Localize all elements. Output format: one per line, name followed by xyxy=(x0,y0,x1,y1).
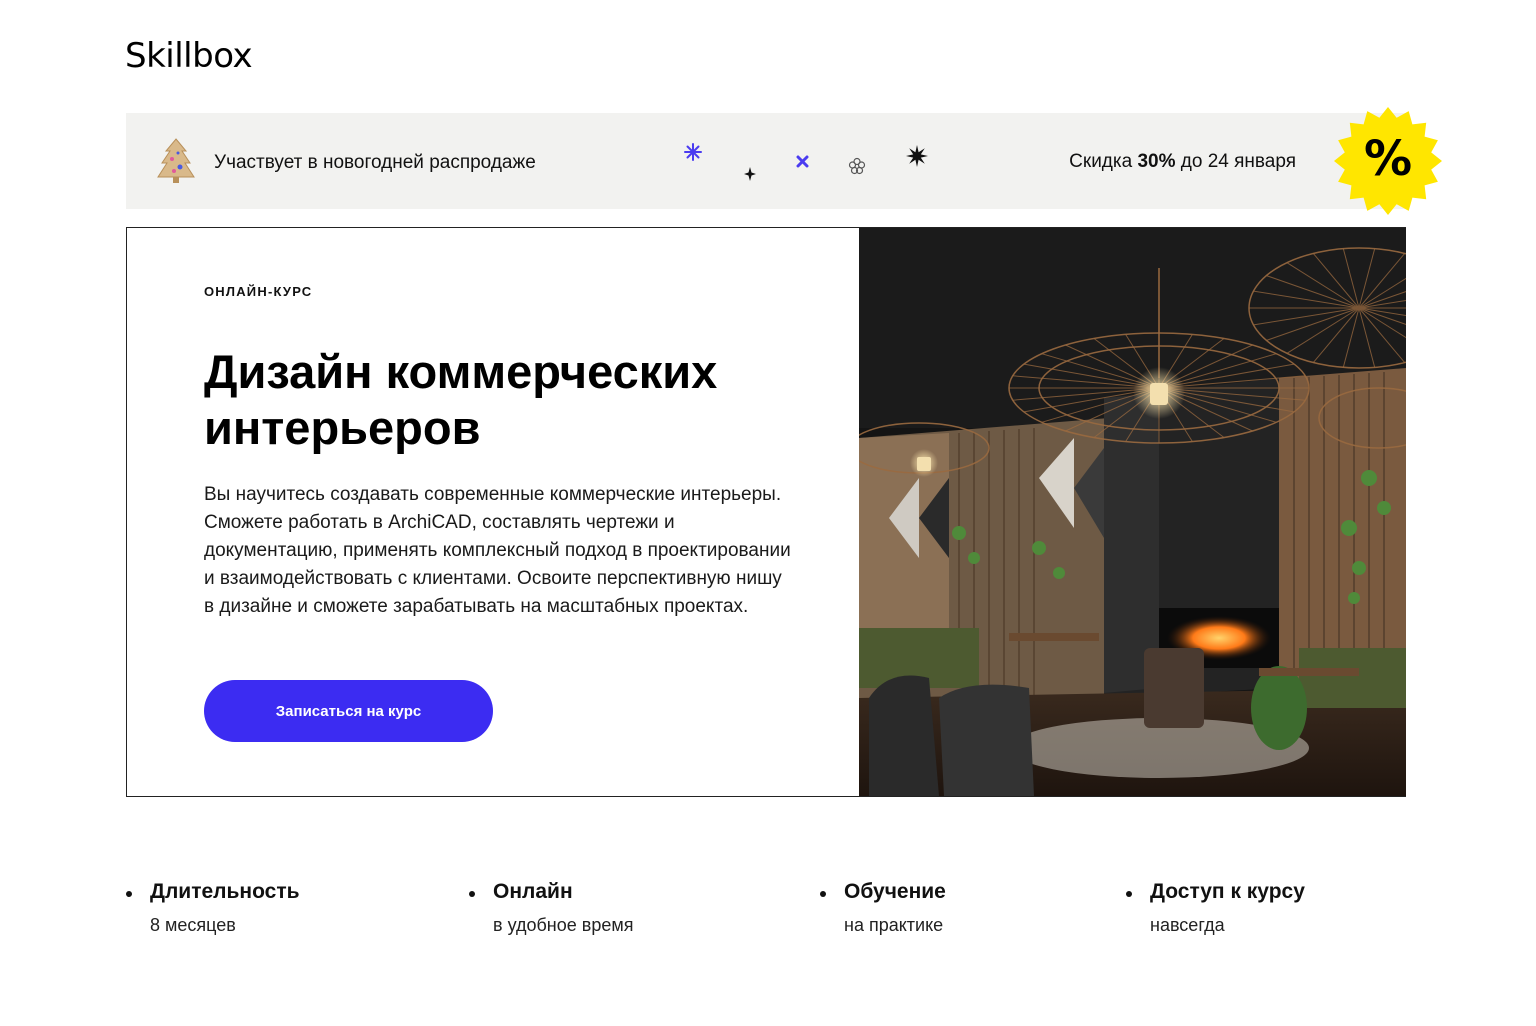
percent-icon: % xyxy=(1363,131,1413,187)
star-burst-icon xyxy=(906,145,928,167)
cross-icon xyxy=(796,155,809,168)
promo-text: Участвует в новогодней распродаже xyxy=(214,152,536,173)
course-title: Дизайн коммерческих интерьеров xyxy=(204,345,718,454)
feature-online: Онлайн в удобное время xyxy=(469,880,633,936)
sparkle-icon xyxy=(744,167,756,181)
feature-title: Доступ к курсу xyxy=(1126,880,1305,904)
logo[interactable]: Skillbox xyxy=(125,36,253,76)
feature-access: Доступ к курсу навсегда xyxy=(1126,880,1305,936)
feature-subtitle: 8 месяцев xyxy=(150,915,236,935)
discount-text: Скидка 30% до 24 января xyxy=(1069,151,1296,173)
flower-icon xyxy=(848,157,866,175)
feature-subtitle: навсегда xyxy=(1150,915,1225,935)
feature-subtitle: на практике xyxy=(844,915,944,935)
feature-practice: Обучение на практике xyxy=(820,880,946,936)
feature-title: Онлайн xyxy=(469,880,633,904)
enroll-button[interactable]: Записаться на курс xyxy=(204,680,493,742)
christmas-tree-cookie-icon xyxy=(157,138,195,183)
asterisk-icon xyxy=(684,143,702,161)
feature-subtitle: в удобное время xyxy=(493,915,634,935)
discount-suffix: до 24 января xyxy=(1175,151,1296,172)
course-description: Вы научитесь создавать современные комме… xyxy=(204,484,791,617)
promo-banner[interactable]: Участвует в новогодней распродаже Скидка… xyxy=(126,113,1406,209)
discount-value: 30% xyxy=(1137,151,1176,172)
interior-photo xyxy=(859,228,1406,796)
feature-duration: Длительность 8 месяцев xyxy=(126,880,300,936)
discount-prefix: Скидка xyxy=(1069,151,1138,172)
course-type-tag: ОНЛАЙН-КУРС xyxy=(204,284,313,299)
course-hero: ОНЛАЙН-КУРС Дизайн коммерческих интерьер… xyxy=(126,227,1406,797)
course-features: Длительность 8 месяцев Онлайн в удобное … xyxy=(126,880,1406,960)
feature-title: Длительность xyxy=(126,880,300,904)
feature-title: Обучение xyxy=(820,880,946,904)
